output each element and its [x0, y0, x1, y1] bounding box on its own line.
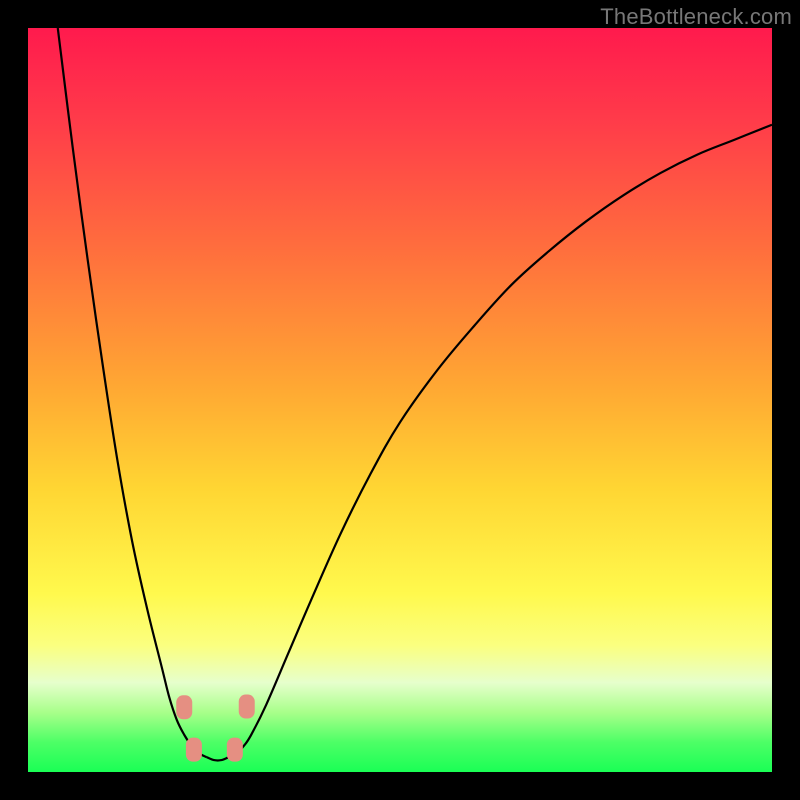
marker-group: [176, 695, 255, 762]
curve-left-branch: [58, 28, 207, 757]
curve-marker: [227, 738, 243, 762]
bottleneck-curve-plot: [28, 28, 772, 772]
curve-valley: [207, 757, 229, 760]
curve-right-branch: [229, 125, 772, 757]
curve-marker: [176, 695, 192, 719]
curve-marker: [186, 738, 202, 762]
curve-marker: [239, 695, 255, 719]
chart-gradient-area: [28, 28, 772, 772]
watermark-text: TheBottleneck.com: [600, 4, 792, 30]
